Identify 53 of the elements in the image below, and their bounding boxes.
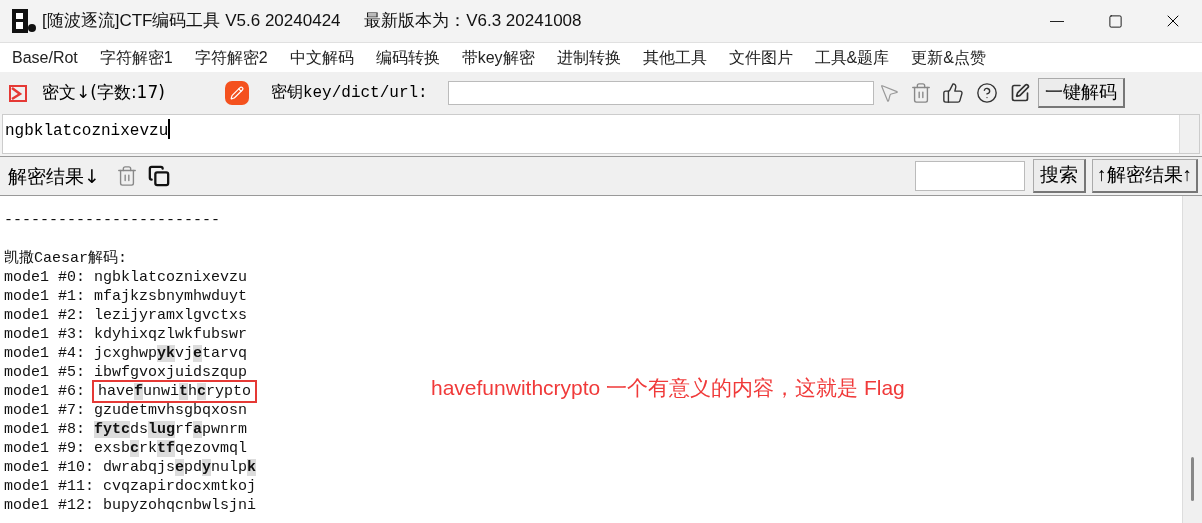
menu-item[interactable]: 中文解码 bbox=[289, 45, 354, 70]
key-label: 密钥key/dict/url: bbox=[270, 82, 428, 104]
result-line: mode1 #3: kdyhixqzlwkfubswr bbox=[4, 325, 248, 344]
menu-item[interactable]: 编码转换 bbox=[375, 45, 440, 70]
menu-item[interactable]: 文件图片 bbox=[728, 45, 793, 70]
result-line: mode1 #8: fytcdslugrfapwnrm bbox=[4, 420, 248, 439]
cipher-input[interactable]: ngbklatcoznixevzu bbox=[2, 114, 1200, 154]
result-line: mode1 #2: lezijyramxlgvctxs bbox=[4, 306, 248, 325]
result-line: mode1 #12: bupyzohqcnbwlsjni bbox=[4, 496, 257, 515]
result-line: mode1 #9: exsbcrktfqezovmql bbox=[4, 439, 248, 458]
result-line: ------------------------ bbox=[4, 211, 221, 230]
result-label: 解密结果↓ bbox=[8, 163, 100, 189]
edit-icon[interactable] bbox=[224, 81, 249, 105]
menu-item[interactable]: 更新&点赞 bbox=[911, 45, 986, 70]
import-icon[interactable] bbox=[8, 82, 30, 104]
minimize-icon bbox=[1050, 20, 1064, 22]
result-line: mode1 #4: jcxghwpykvjetarvq bbox=[4, 344, 248, 363]
menu-item[interactable]: Base/Rot bbox=[12, 45, 78, 70]
highlight-frame: havefunwithcrypto bbox=[94, 382, 256, 401]
result-line: mode1 #5: ibwfgvoxjuidszqup bbox=[4, 363, 248, 382]
result-line: mode1 #1: mfajkzsbnymhwduyt bbox=[4, 287, 248, 306]
cipher-label: 密文↓(字数:17) bbox=[42, 81, 165, 105]
menu-item[interactable]: 字符解密2 bbox=[194, 45, 268, 70]
menu-item[interactable]: 字符解密1 bbox=[99, 45, 173, 70]
input-text: ngbklatcoznixevzu bbox=[5, 121, 169, 142]
thumbs-up-icon[interactable] bbox=[941, 82, 964, 104]
search-button[interactable]: 搜索 bbox=[1033, 159, 1086, 193]
one-click-decode-button[interactable]: 一键解码 bbox=[1037, 78, 1125, 108]
scrollbar[interactable] bbox=[1179, 115, 1199, 153]
search-field[interactable] bbox=[915, 161, 1025, 191]
app-logo-icon bbox=[12, 9, 36, 33]
edit-note-icon[interactable] bbox=[1009, 83, 1030, 103]
key-field[interactable] bbox=[447, 81, 874, 105]
trash-icon[interactable] bbox=[115, 165, 138, 187]
annotation-text: havefunwithcrypto 一个有意义的内容，这就是 Flag bbox=[431, 375, 905, 401]
result-line: 凯撒Caesar解码: bbox=[4, 249, 127, 268]
result-line: mode1 #7: gzudetmvhsgbqxosn bbox=[4, 401, 248, 420]
menu-item[interactable]: 带key解密 bbox=[461, 45, 535, 70]
result-line: mode1 #10: dwrabqjsepdynulpk bbox=[4, 458, 257, 477]
help-icon[interactable] bbox=[975, 82, 998, 104]
menu-item[interactable]: 进制转换 bbox=[556, 45, 621, 70]
scrollbar[interactable] bbox=[1182, 196, 1202, 523]
menu-item[interactable]: 其他工具 bbox=[642, 45, 707, 70]
result-line: mode1 #6: bbox=[4, 382, 86, 401]
trash-icon[interactable] bbox=[909, 82, 932, 104]
back-to-result-button[interactable]: ↑解密结果↑ bbox=[1092, 159, 1198, 193]
copy-icon[interactable] bbox=[147, 165, 170, 187]
result-line: mode1 #11: cvqzapirdocxmtkoj bbox=[4, 477, 257, 496]
window-title: [随波逐流]CTF编码工具 V5.6 20240424 最新版本为：V6.3 20241008 bbox=[42, 10, 582, 33]
maximize-icon bbox=[1107, 13, 1123, 29]
menu-item[interactable]: 工具&题库 bbox=[814, 45, 890, 70]
result-line: mode1 #0: ngbklatcoznixevzu bbox=[4, 268, 248, 287]
scrollbar-thumb[interactable] bbox=[1191, 457, 1194, 501]
